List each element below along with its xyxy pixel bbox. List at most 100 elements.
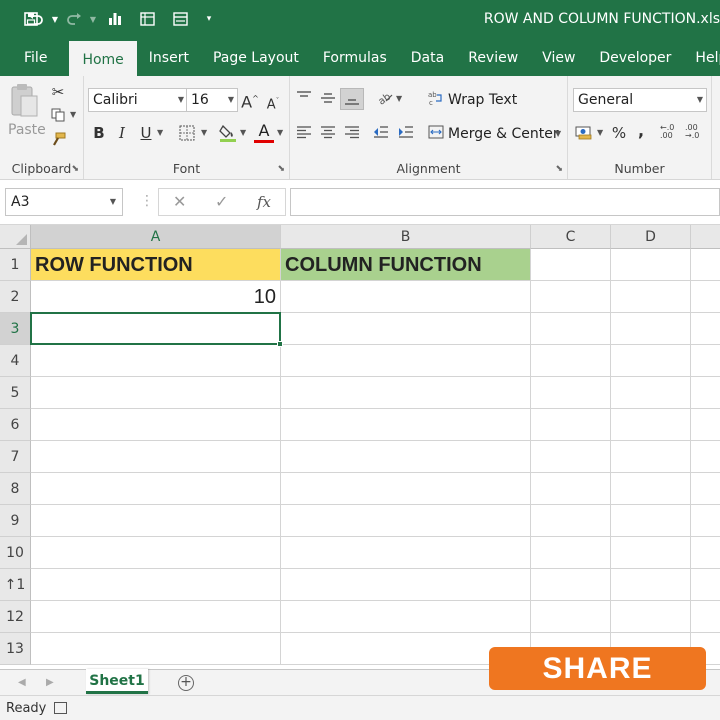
copy-dropdown-icon[interactable]: ▼ [70,110,76,119]
orientation-dropdown-icon[interactable]: ▼ [396,94,402,103]
tab-file[interactable]: File [0,38,69,76]
cell-d6[interactable] [611,409,691,441]
font-size-dropdown-icon[interactable]: ▼ [228,89,234,111]
sheet-tab-sheet1[interactable]: Sheet1 [86,669,148,694]
column-header-b[interactable]: B [281,225,531,249]
fill-handle[interactable] [277,341,283,347]
cell-e12[interactable] [691,601,720,633]
tab-data[interactable]: Data [399,38,456,76]
cell-b1[interactable]: COLUMN FUNCTION [281,249,531,281]
top-align-button[interactable] [296,90,312,108]
cell-d2[interactable] [611,281,691,313]
cell-e11[interactable] [691,569,720,601]
cell-b11[interactable] [281,569,531,601]
cell-c8[interactable] [531,473,611,505]
tab-page-layout[interactable]: Page Layout [201,38,311,76]
cell-e4[interactable] [691,345,720,377]
clipboard-launcher-icon[interactable]: ⬊ [71,164,79,174]
merge-center-dropdown-icon[interactable]: ▼ [555,129,561,138]
decrease-decimal-button[interactable]: .00 →.0 [685,124,699,140]
cell-e7[interactable] [691,441,720,473]
cell-a12[interactable] [31,601,281,633]
row-header-4[interactable]: 4 [0,345,31,377]
align-right-button[interactable] [344,125,360,143]
tab-view[interactable]: View [530,38,587,76]
redo-button[interactable] [62,0,86,38]
add-sheet-icon[interactable]: + [178,675,194,691]
font-color-dropdown-icon[interactable]: ▼ [277,128,283,137]
cell-b3[interactable] [281,313,531,345]
cell-d7[interactable] [611,441,691,473]
increase-indent-button[interactable] [398,125,414,143]
cell-a7[interactable] [31,441,281,473]
cell-e5[interactable] [691,377,720,409]
accounting-format-button[interactable] [575,124,593,144]
borders-button[interactable] [179,125,195,145]
row-header-8[interactable]: 8 [0,473,31,505]
cell-d4[interactable] [611,345,691,377]
cell-a5[interactable] [31,377,281,409]
insert-function-icon[interactable]: fx [257,189,271,215]
cell-d8[interactable] [611,473,691,505]
cell-a9[interactable] [31,505,281,537]
formula-bar-grip-icon[interactable]: ⋮ [140,191,154,211]
prev-sheet-icon[interactable]: ◀ [18,670,26,696]
share-button[interactable]: SHARE [489,647,706,690]
column-header-e[interactable]: E [691,225,720,249]
decrease-indent-button[interactable] [373,125,389,143]
cell-c3[interactable] [531,313,611,345]
undo-button[interactable] [24,0,48,38]
cell-c9[interactable] [531,505,611,537]
cell-e2[interactable] [691,281,720,313]
align-center-button[interactable] [320,125,336,143]
number-format-dropdown-icon[interactable]: ▼ [697,89,703,111]
cell-c1[interactable] [531,249,611,281]
row-header-6[interactable]: 6 [0,409,31,441]
cell-d3[interactable] [611,313,691,345]
middle-align-button[interactable] [320,90,336,108]
row-header-7[interactable]: 7 [0,441,31,473]
cell-b5[interactable] [281,377,531,409]
column-header-d[interactable]: D [611,225,691,249]
bottom-align-button[interactable] [340,88,364,110]
customize-qat-icon[interactable]: ▾ [196,0,222,38]
tab-review[interactable]: Review [456,38,530,76]
cell-d11[interactable] [611,569,691,601]
row-header-12[interactable]: 12 [0,601,31,633]
cell-d5[interactable] [611,377,691,409]
cell-b12[interactable] [281,601,531,633]
pivot-button[interactable] [130,0,164,38]
cell-b7[interactable] [281,441,531,473]
enter-icon[interactable]: ✓ [215,189,228,215]
italic-button[interactable]: I [113,123,131,143]
cell-a6[interactable] [31,409,281,441]
bold-button[interactable]: B [90,123,108,143]
underline-dropdown-icon[interactable]: ▼ [157,128,163,137]
tab-insert[interactable]: Insert [137,38,201,76]
decrease-font-icon[interactable]: Aˇ [264,91,282,115]
macro-record-icon[interactable] [54,702,67,714]
cell-a1[interactable]: ROW FUNCTION [31,249,281,281]
select-all-button[interactable] [0,225,31,249]
form-button[interactable] [164,0,196,38]
font-color-button[interactable]: A [254,123,274,143]
cell-e9[interactable] [691,505,720,537]
cell-b10[interactable] [281,537,531,569]
cell-e1[interactable] [691,249,720,281]
cell-a10[interactable] [31,537,281,569]
cell-b6[interactable] [281,409,531,441]
cell-c7[interactable] [531,441,611,473]
cell-d1[interactable] [611,249,691,281]
increase-decimal-button[interactable]: ←.0.00 [660,124,674,140]
row-header-11[interactable]: ↑1 [0,569,31,601]
fill-color-button[interactable] [219,123,237,147]
cell-b2[interactable] [281,281,531,313]
cell-d12[interactable] [611,601,691,633]
cell-b8[interactable] [281,473,531,505]
comma-style-button[interactable]: , [634,121,648,141]
row-header-5[interactable]: 5 [0,377,31,409]
borders-dropdown-icon[interactable]: ▼ [201,128,207,137]
cell-a13[interactable] [31,633,281,665]
row-header-1[interactable]: 1 [0,249,31,281]
chart-button[interactable] [100,0,130,38]
